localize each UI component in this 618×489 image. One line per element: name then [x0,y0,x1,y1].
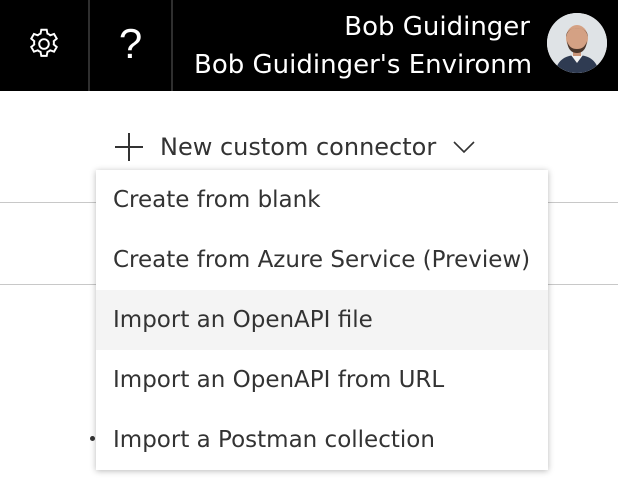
help-button[interactable]: ? [90,0,171,91]
new-connector-dropdown-menu: Create from blank Create from Azure Serv… [96,170,548,470]
environment-name: Bob Guidinger's Environme [194,49,530,80]
gear-icon [26,26,62,66]
list-bullet [90,436,95,441]
user-avatar-icon [547,13,607,73]
app-page: ? Bob Guidinger Bob Guidinger's Environm… [0,0,618,489]
plus-icon [115,133,143,161]
header-divider [171,0,173,91]
menu-item-label: Import an OpenAPI from URL [113,367,445,393]
top-header-bar: ? Bob Guidinger Bob Guidinger's Environm… [0,0,618,91]
menu-item-label: Import a Postman collection [113,427,435,453]
menu-item-import-openapi-url[interactable]: Import an OpenAPI from URL [96,350,548,410]
new-custom-connector-button[interactable]: New custom connector [112,128,476,166]
menu-item-import-postman-collection[interactable]: Import a Postman collection [96,410,548,470]
menu-item-create-from-azure-service[interactable]: Create from Azure Service (Preview) [96,230,548,290]
new-custom-connector-label: New custom connector [160,133,437,161]
user-name: Bob Guidinger [344,11,530,42]
chevron-down-icon [453,141,475,154]
menu-item-label: Create from blank [113,187,321,213]
menu-item-label: Create from Azure Service (Preview) [113,247,531,273]
menu-item-label: Import an OpenAPI file [113,307,373,333]
settings-button[interactable] [0,0,88,91]
menu-item-import-openapi-file[interactable]: Import an OpenAPI file [96,290,548,350]
menu-item-create-from-blank[interactable]: Create from blank [96,170,548,230]
user-info[interactable]: Bob Guidinger Bob Guidinger's Environme [194,0,530,91]
avatar[interactable] [547,13,607,73]
help-icon: ? [118,19,143,67]
